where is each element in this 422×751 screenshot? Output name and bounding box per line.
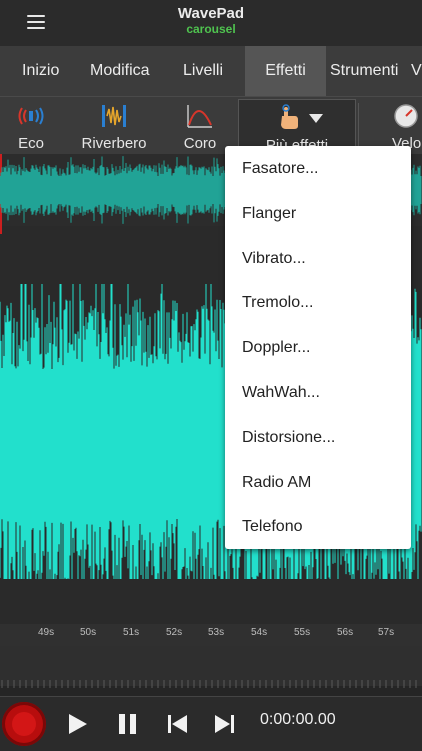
tab-livelli[interactable]: Livelli [183,46,223,96]
menu-item-phaser[interactable]: Fasatore... [242,160,318,178]
chorus-button[interactable]: Coro [176,97,224,155]
chorus-icon [187,105,212,128]
skip-end-button[interactable] [202,702,246,746]
reverb-label: Riverbero [81,135,147,152]
record-button[interactable] [2,702,46,746]
menu-item-telephone[interactable]: Telefono [242,518,303,536]
reverb-icon [102,105,126,127]
pause-icon [119,714,136,734]
timeline-label: 57s [378,627,395,638]
echo-icon [18,107,44,125]
skip-start-button[interactable] [156,702,200,746]
tab-modifica[interactable]: Modifica [90,46,150,96]
play-button[interactable] [56,702,100,746]
timeline-label: 51s [123,627,140,638]
menu-item-am-radio[interactable]: Radio AM [242,474,311,492]
timeline-label: 49s [38,627,55,638]
toolbar-divider [358,103,359,149]
menu-item-tremolo[interactable]: Tremolo... [242,294,313,312]
hand-pointer-icon [281,104,298,129]
reverb-button[interactable]: Riverbero [76,97,152,155]
tab-strumenti[interactable]: Strumenti [330,46,398,96]
tab-bar: Inizio Modifica Livelli Effetti Strument… [0,46,422,96]
transport-bar: 0:00:00.00 [0,696,422,751]
skip-forward-icon [215,715,234,733]
timeline: 49s 50s 51s 52s 53s 54s 55s 56s 57s [0,624,422,646]
timeline-label: 55s [294,627,311,638]
menu-item-doppler[interactable]: Doppler... [242,339,310,357]
echo-button[interactable]: Eco [6,97,56,155]
timeline-label: 56s [337,627,354,638]
record-icon [12,712,36,736]
timeline-label: 52s [166,627,183,638]
timeline-label: 54s [251,627,268,638]
menu-item-distortion[interactable]: Distorsione... [242,429,335,447]
skip-back-icon [168,715,187,733]
time-display: 0:00:00.00 [260,711,336,728]
position-ruler [1,680,417,688]
tab-more[interactable]: V [411,46,422,96]
play-icon [69,714,87,734]
echo-label: Eco [18,135,44,152]
chorus-label: Coro [183,135,217,152]
tab-effetti[interactable]: Effetti [245,46,326,96]
menu-item-flanger[interactable]: Flanger [242,205,296,223]
top-bar: WavePad carousel [0,0,422,46]
speedometer-icon [394,104,418,128]
tab-inizio[interactable]: Inizio [22,46,59,96]
timeline-label: 53s [208,627,225,638]
more-effects-menu: Fasatore... Flanger Vibrato... Tremolo..… [225,146,411,549]
chevron-down-icon [309,114,323,123]
app-subtitle: carousel [186,22,236,36]
app-title: WavePad [177,5,245,22]
menu-item-vibrato[interactable]: Vibrato... [242,250,306,268]
pause-button[interactable] [106,702,150,746]
timeline-label: 50s [80,627,97,638]
menu-item-wahwah[interactable]: WahWah... [242,384,320,402]
